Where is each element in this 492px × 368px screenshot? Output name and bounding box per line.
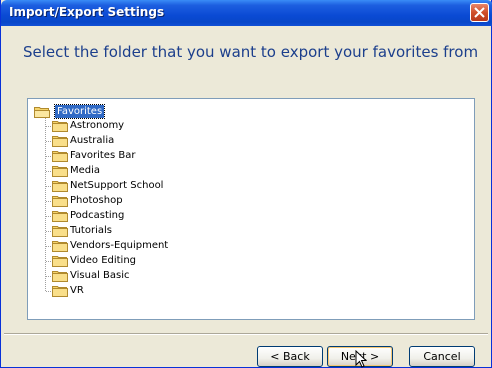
cancel-button[interactable]: Cancel [409, 346, 475, 367]
folder-icon [52, 271, 68, 282]
mouse-pointer-icon [355, 350, 367, 368]
close-button[interactable] [470, 3, 489, 22]
folder-icon [52, 166, 68, 177]
folder-icon [52, 196, 68, 207]
tree-folder-label: Favorites Bar [70, 150, 136, 161]
tree-folder-label: Podcasting [70, 210, 125, 221]
folder-icon [52, 241, 68, 252]
folder-tree[interactable]: Favorites Astronomy Australia Favorites Ba… [27, 98, 475, 320]
tree-folder-label: NetSupport School [70, 180, 164, 191]
dialog-window: Import/Export Settings Select the folder… [0, 0, 492, 368]
folder-icon [52, 121, 68, 132]
window-title: Import/Export Settings [9, 5, 165, 19]
folder-icon [52, 211, 68, 222]
folder-icon [52, 136, 68, 147]
tree-folder-label: VR [70, 285, 84, 296]
close-icon [474, 7, 485, 18]
tree-folder-label: Tutorials [70, 225, 112, 236]
tree-folder-label: Astronomy [70, 120, 125, 131]
folder-icon [52, 181, 68, 192]
folder-icon [52, 256, 68, 267]
folder-icon [52, 286, 68, 297]
tree-folder-label: Vendors-Equipment [70, 240, 169, 251]
tree-folder-label: Photoshop [70, 195, 123, 206]
folder-icon [52, 151, 68, 162]
instruction-text: Select the folder that you want to expor… [23, 43, 479, 61]
tree-folder-label: Video Editing [70, 255, 137, 266]
footer-separator [4, 333, 488, 335]
tree-folder-label: Visual Basic [70, 270, 130, 281]
folder-open-icon [34, 107, 50, 118]
tree-folder-label: Media [70, 165, 101, 176]
tree-folder-label: Australia [70, 135, 115, 146]
folder-icon [52, 226, 68, 237]
title-bar[interactable]: Import/Export Settings [1, 0, 492, 26]
tree-root-label: Favorites [53, 104, 106, 119]
back-button[interactable]: < Back [257, 346, 323, 367]
